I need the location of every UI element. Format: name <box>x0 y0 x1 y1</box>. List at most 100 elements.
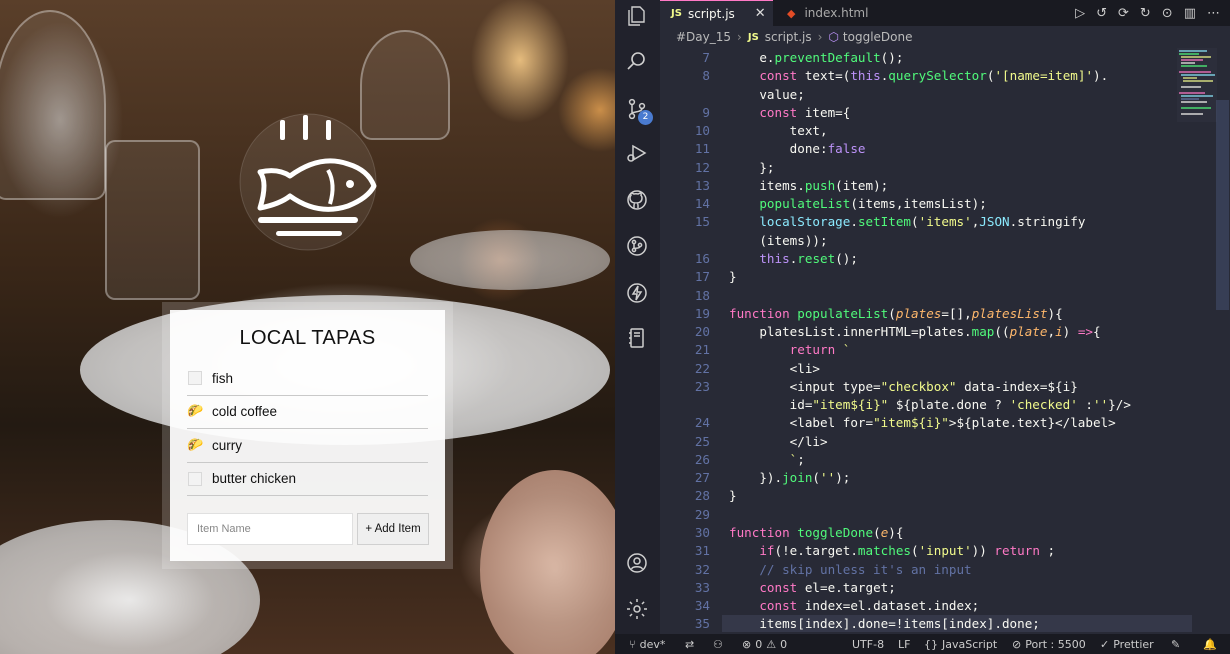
close-icon[interactable]: ✕ <box>755 6 766 21</box>
go-live-icon[interactable]: ↺ <box>1096 6 1107 21</box>
list-item[interactable]: butter chicken <box>187 463 428 496</box>
account-icon[interactable] <box>624 550 650 576</box>
code-line[interactable]: e.preventDefault(); <box>729 50 903 65</box>
checkbox-unchecked[interactable] <box>188 371 202 386</box>
line-number: 7 <box>702 50 710 65</box>
line-number: 15 <box>694 214 710 230</box>
wine-glass-decor <box>0 10 106 200</box>
code-line[interactable]: platesList.innerHTML=plates.map((plate,i… <box>729 324 1100 339</box>
hand-decor <box>480 470 615 654</box>
notifications-bell-icon[interactable]: 🔔 <box>1203 634 1217 654</box>
item-name-input[interactable] <box>187 513 353 545</box>
line-number: 33 <box>694 579 710 595</box>
no-entry-icon: ⊘ <box>1012 637 1022 651</box>
taco-icon[interactable]: 🌮 <box>187 404 204 419</box>
code-line[interactable]: <li> <box>729 361 820 376</box>
code-line[interactable]: `; <box>729 452 805 467</box>
run-icon[interactable]: ▷ <box>1075 6 1085 21</box>
list-item[interactable]: 🌮 curry <box>187 429 428 463</box>
feedback-icon[interactable]: ✎ <box>1171 634 1180 654</box>
code-line[interactable]: items.push(item); <box>729 178 888 193</box>
item-label[interactable]: cold coffee <box>212 404 277 419</box>
problems-indicator[interactable]: ⊗ 0 ⚠ 0 <box>742 634 787 654</box>
code-line[interactable]: const el=e.target; <box>729 580 896 595</box>
code-line[interactable]: this.reset(); <box>729 251 858 266</box>
code-line[interactable]: return ` <box>729 342 851 357</box>
taco-icon[interactable]: 🌮 <box>187 438 204 453</box>
breadcrumb-symbol[interactable]: toggleDone <box>843 30 913 44</box>
code-line[interactable]: } <box>729 269 737 284</box>
code-line[interactable]: }).join(''); <box>729 470 850 485</box>
list-item[interactable]: 🌮 cold coffee <box>187 396 428 429</box>
code-line[interactable]: <label for="item${i}">${plate.text}</lab… <box>729 415 1116 430</box>
code-line[interactable]: const text=(this.querySelector('[name=it… <box>729 68 1108 83</box>
checkbox-unchecked[interactable] <box>188 471 202 486</box>
line-number: 31 <box>694 543 710 559</box>
line-number: 12 <box>694 159 710 175</box>
eol-indicator[interactable]: LF <box>898 634 910 654</box>
sync-icon[interactable]: ⇄ <box>685 634 694 654</box>
code-line[interactable]: if(!e.target.matches('input')) return ; <box>729 543 1055 558</box>
encoding-indicator[interactable]: UTF-8 <box>852 634 884 654</box>
settings-gear-icon[interactable] <box>624 596 650 622</box>
live-share-icon[interactable]: ⚇ <box>713 634 723 654</box>
code-line[interactable]: const item={ <box>729 105 850 120</box>
split-editor-icon[interactable]: ▥ <box>1184 6 1196 21</box>
code-line[interactable]: // skip unless it's an input <box>729 562 971 577</box>
code-line[interactable]: <input type="checkbox" data-index=${i} <box>729 379 1078 394</box>
add-item-button[interactable]: + Add Item <box>357 513 429 545</box>
lightning-icon[interactable] <box>624 280 650 306</box>
code-line[interactable]: const index=el.dataset.index; <box>729 598 979 613</box>
code-line[interactable]: value; <box>729 87 805 102</box>
code-line[interactable]: </li> <box>729 434 828 449</box>
port-label: Port : 5500 <box>1025 637 1086 651</box>
warning-count: 0 <box>780 637 788 651</box>
code-line[interactable]: }; <box>729 160 774 175</box>
code-line[interactable]: function toggleDone(e){ <box>729 525 903 540</box>
debug-next-icon[interactable]: ↻ <box>1140 6 1151 21</box>
code-line[interactable]: text, <box>729 123 828 138</box>
git-compare-icon[interactable]: ⊙ <box>1162 6 1173 21</box>
warning-icon: ⚠ <box>766 637 777 651</box>
code-line[interactable]: } <box>729 488 737 503</box>
item-label[interactable]: butter chicken <box>212 471 296 486</box>
prettier-indicator[interactable]: ✓ Prettier <box>1100 634 1154 654</box>
code-line[interactable]: items[index].done=!items[index].done; <box>729 616 1040 631</box>
branch-indicator[interactable]: ⑂ dev* <box>629 634 665 654</box>
explorer-icon[interactable] <box>624 3 650 29</box>
line-number: 34 <box>694 598 710 614</box>
tab-script-js[interactable]: JS script.js ✕ <box>660 0 773 26</box>
breadcrumb-folder[interactable]: #Day_15 <box>676 30 731 44</box>
code-line[interactable]: localStorage.setItem('items',JSON.string… <box>729 214 1085 229</box>
run-debug-icon[interactable] <box>624 140 650 166</box>
item-label[interactable]: curry <box>212 438 242 453</box>
code-editor[interactable]: 7 e.preventDefault(); 8 const text=(this.… <box>660 48 1192 634</box>
code-line[interactable]: (items)); <box>729 233 827 248</box>
list-item[interactable]: fish <box>187 362 428 396</box>
activity-bar: 2 <box>615 0 660 634</box>
search-icon[interactable] <box>624 48 650 74</box>
live-server-port[interactable]: ⊘ Port : 5500 <box>1012 634 1086 654</box>
line-number: 25 <box>694 433 710 449</box>
scrollbar-thumb[interactable] <box>1216 100 1229 310</box>
line-number: 27 <box>694 470 710 486</box>
debug-step-icon[interactable]: ⟳ <box>1118 6 1129 21</box>
item-label[interactable]: fish <box>212 371 233 386</box>
language-indicator[interactable]: {} JavaScript <box>924 634 997 654</box>
code-line[interactable]: done:false <box>729 141 866 156</box>
tab-index-html[interactable]: ◆ index.html <box>773 0 893 26</box>
breadcrumb: #Day_15 › JS script.js › ⬡ toggleDone <box>660 26 1230 48</box>
breadcrumb-file[interactable]: script.js <box>765 30 812 44</box>
editor-actions: ▷ ↺ ⟳ ↻ ⊙ ▥ ⋯ <box>1075 0 1220 26</box>
more-actions-icon[interactable]: ⋯ <box>1207 6 1220 21</box>
fish-plate-logo-icon <box>239 113 377 251</box>
code-line[interactable]: populateList(items,itemsList); <box>729 196 986 211</box>
notebook-icon[interactable] <box>624 325 650 351</box>
language-name: JavaScript <box>942 637 998 651</box>
double-check-icon: ✓ <box>1100 637 1110 651</box>
git-graph-icon[interactable] <box>624 233 650 259</box>
code-line[interactable]: function populateList(plates=[],platesLi… <box>729 306 1063 321</box>
github-icon[interactable] <box>624 187 650 213</box>
minimap[interactable] <box>1177 48 1219 128</box>
code-line[interactable]: id="item${i}" ${plate.done ? 'checked' :… <box>729 397 1131 412</box>
